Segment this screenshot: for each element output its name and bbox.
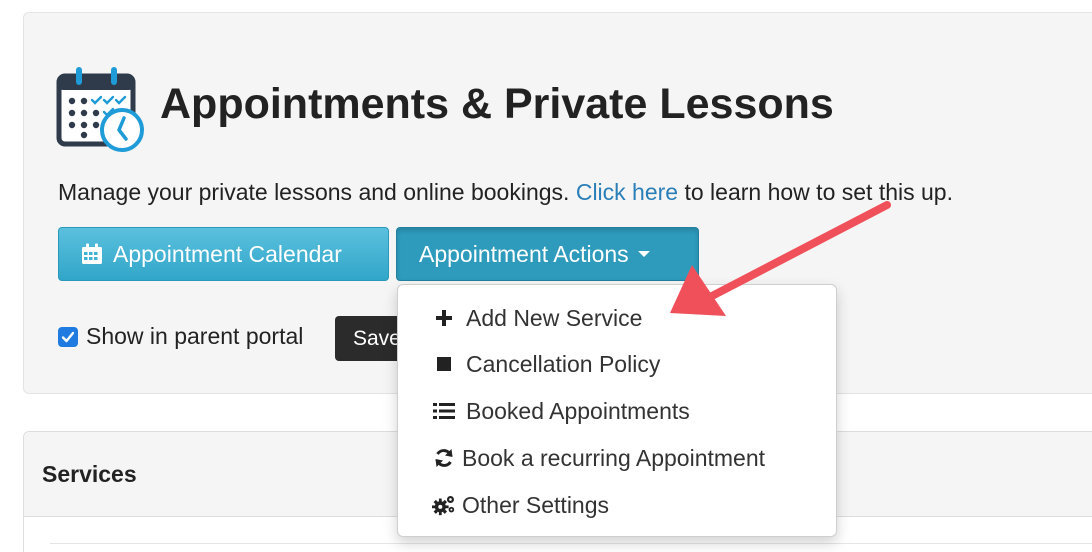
checkmark-icon [61, 331, 75, 342]
appointment-actions-dropdown: Add New Service Cancellation Policy Book… [397, 284, 837, 537]
description-text-suffix: to learn how to set this up. [678, 179, 953, 205]
menu-item-other-settings[interactable]: Other Settings [432, 490, 609, 520]
calendar-clock-icon [56, 67, 144, 152]
appointment-actions-label: Appointment Actions [419, 240, 629, 267]
menu-item-add-new-service[interactable]: Add New Service [432, 303, 642, 333]
list-icon [432, 399, 456, 423]
save-button-label: Save [353, 326, 401, 350]
appointment-actions-button[interactable]: Appointment Actions [396, 227, 699, 281]
description-text: Manage your private lessons and online b… [58, 179, 576, 205]
page: Appointments & Private Lessons Manage yo… [0, 0, 1092, 552]
appointment-calendar-label: Appointment Calendar [113, 240, 342, 267]
menu-item-label: Cancellation Policy [466, 350, 661, 377]
show-in-parent-portal-row: Show in parent portal [58, 323, 303, 350]
menu-item-booked-appointments[interactable]: Booked Appointments [432, 396, 690, 426]
menu-item-book-recurring-appointment[interactable]: Book a recurring Appointment [432, 443, 765, 473]
caret-down-icon [637, 251, 650, 257]
menu-item-label: Book a recurring Appointment [462, 444, 766, 471]
page-description: Manage your private lessons and online b… [58, 177, 953, 207]
plus-icon [432, 306, 456, 330]
appointment-calendar-button[interactable]: Appointment Calendar [58, 227, 389, 281]
menu-item-label: Booked Appointments [466, 397, 690, 424]
menu-item-cancellation-policy[interactable]: Cancellation Policy [432, 349, 660, 379]
refresh-icon [432, 446, 456, 470]
help-link[interactable]: Click here [576, 179, 678, 205]
menu-item-label: Add New Service [466, 304, 643, 331]
services-divider [50, 543, 1092, 544]
show-in-parent-portal-label: Show in parent portal [86, 323, 304, 349]
gears-icon [432, 493, 456, 517]
show-in-parent-portal-checkbox[interactable] [58, 326, 78, 347]
menu-item-label: Other Settings [462, 491, 610, 518]
stop-icon [432, 352, 456, 376]
calendar-icon [81, 243, 103, 265]
page-title: Appointments & Private Lessons [160, 80, 834, 128]
